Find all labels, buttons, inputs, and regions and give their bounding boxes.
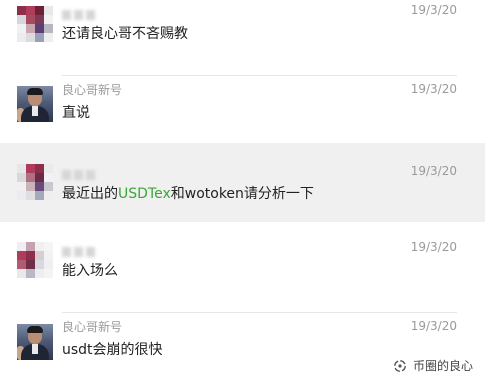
message-text: usdt会崩的很快 [62, 342, 163, 358]
message-row: 良心哥新号 19/3/20 usdt会崩的很快 [0, 313, 485, 392]
message-text-highlight: USDTex [118, 186, 171, 202]
message-row: 19/3/20 能入场么 [0, 234, 485, 313]
sender-name-redacted [62, 5, 106, 20]
wechat-channel-icon [394, 359, 406, 372]
timestamp: 19/3/20 [410, 82, 457, 96]
message-text: 直说 [62, 105, 90, 121]
avatar[interactable] [17, 6, 53, 42]
message-row: 19/3/20 最近出的USDTex和wotoken请分析一下 [0, 143, 485, 222]
avatar[interactable] [17, 86, 53, 122]
message-text-part: 最近出的 [62, 186, 118, 202]
message-text-part: 和wotoken请分析一下 [170, 186, 314, 202]
avatar[interactable] [17, 324, 53, 360]
avatar[interactable] [17, 164, 53, 200]
message-text: 能入场么 [62, 263, 118, 279]
watermark-text: 币圈的良心 [412, 359, 473, 373]
avatar[interactable] [17, 242, 53, 278]
timestamp: 19/3/20 [410, 164, 457, 178]
timestamp: 19/3/20 [410, 319, 457, 333]
watermark: 币圈的良心 [392, 357, 473, 374]
timestamp: 19/3/20 [410, 240, 457, 254]
message-row: 19/3/20 还请良心哥不吝赐教 [0, 0, 485, 76]
message-text: 最近出的USDTex和wotoken请分析一下 [62, 183, 314, 203]
sender-name-redacted [62, 242, 106, 257]
timestamp: 19/3/20 [410, 3, 457, 17]
sender-name-redacted [62, 165, 106, 180]
message-text: 还请良心哥不吝赐教 [62, 26, 188, 42]
sender-name[interactable]: 良心哥新号 [62, 81, 122, 98]
sender-name[interactable]: 良心哥新号 [62, 318, 122, 335]
